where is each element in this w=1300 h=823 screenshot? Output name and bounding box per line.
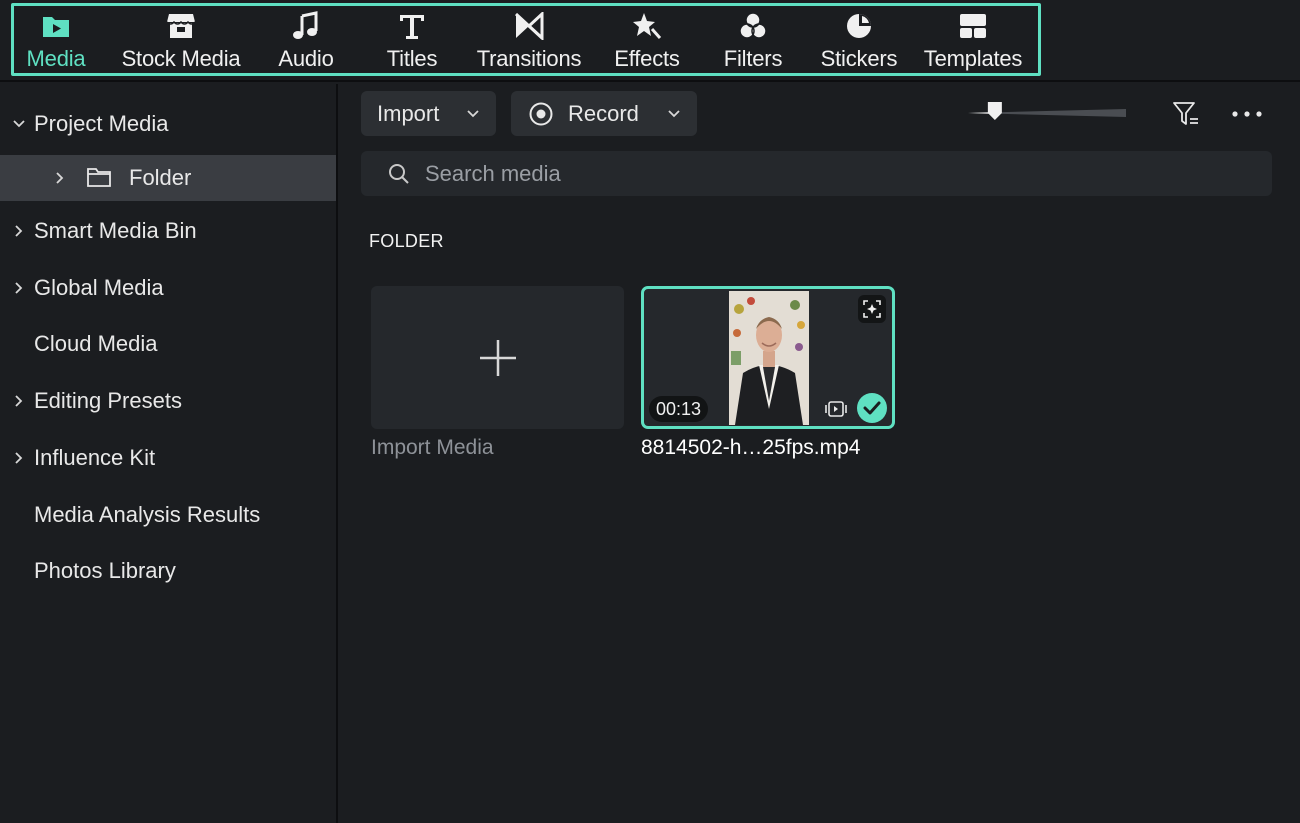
tab-transitions[interactable]: Transitions: [470, 8, 588, 72]
chevron-right-icon[interactable]: [11, 450, 27, 466]
chevron-right-icon[interactable]: [52, 170, 68, 186]
import-media-caption: Import Media: [371, 436, 494, 459]
tab-stock-media[interactable]: Stock Media: [116, 8, 246, 72]
layout-template-icon: [956, 9, 990, 43]
sidebar-item-influence-kit[interactable]: Influence Kit: [0, 435, 336, 481]
tab-label: Templates: [923, 46, 1023, 71]
sidebar-item-project-media[interactable]: Project Media: [0, 101, 336, 147]
video-clip-icon: [823, 397, 849, 421]
more-options-icon[interactable]: [1230, 98, 1264, 130]
sidebar-item-photos-library[interactable]: Photos Library: [0, 548, 336, 594]
chevron-right-icon[interactable]: [11, 223, 27, 239]
chevron-right-icon[interactable]: [11, 393, 27, 409]
text-t-icon: [395, 9, 429, 43]
media-sidebar: Project Media Folder Smart Media Bin Glo…: [0, 84, 338, 823]
sidebar-item-smart-media-bin[interactable]: Smart Media Bin: [0, 208, 336, 254]
tab-label: Effects: [614, 46, 680, 71]
transition-bowtie-icon: [512, 9, 546, 43]
sidebar-item-label: Project Media: [34, 111, 169, 136]
sidebar-item-media-analysis-results[interactable]: Media Analysis Results: [0, 492, 336, 538]
tab-media[interactable]: Media: [22, 8, 90, 72]
overlap-circles-icon: [736, 9, 770, 43]
search-icon: [388, 163, 410, 190]
tab-label: Transitions: [476, 46, 582, 71]
sidebar-item-label: Folder: [129, 165, 192, 190]
video-thumbnail: [729, 291, 809, 425]
tab-effects[interactable]: Effects: [608, 8, 686, 72]
slider-thumb: [987, 102, 1002, 120]
record-dropdown-button[interactable]: Record: [511, 91, 697, 136]
search-bar: [361, 151, 1272, 196]
chevron-right-icon[interactable]: [11, 280, 27, 296]
star-effects-icon: [630, 9, 664, 43]
tab-templates[interactable]: Templates: [918, 8, 1028, 72]
import-media-card[interactable]: [371, 286, 624, 429]
sidebar-item-label: Global Media: [34, 275, 164, 300]
media-clip-card[interactable]: 00:13: [641, 286, 895, 429]
tab-stickers[interactable]: Stickers: [814, 8, 904, 72]
record-icon: [528, 101, 554, 132]
music-note-icon: [289, 9, 323, 43]
media-folder-icon: [39, 9, 73, 43]
sidebar-item-label: Editing Presets: [34, 388, 182, 413]
filter-icon[interactable]: [1170, 98, 1202, 130]
sidebar-item-global-media[interactable]: Global Media: [0, 265, 336, 311]
check-icon[interactable]: [857, 393, 887, 423]
chevron-down-icon: [666, 106, 682, 122]
record-button-label: Record: [568, 100, 639, 126]
clip-filename: 8814502-h…25fps.mp4: [641, 436, 861, 459]
media-library-panel: Import Record FOLDER: [340, 84, 1300, 823]
tab-label: Audio: [278, 46, 334, 71]
chevron-down-icon[interactable]: [11, 116, 27, 132]
store-icon: [164, 9, 198, 43]
section-title: FOLDER: [369, 231, 444, 251]
plus-icon: [478, 338, 518, 383]
sidebar-item-editing-presets[interactable]: Editing Presets: [0, 378, 336, 424]
tab-label: Media: [26, 46, 86, 71]
sidebar-item-label: Smart Media Bin: [34, 218, 197, 243]
duration-badge: 00:13: [649, 396, 709, 422]
tab-label: Stock Media: [121, 46, 241, 71]
sidebar-item-folder[interactable]: Folder: [0, 155, 336, 201]
tab-label: Stickers: [820, 46, 898, 71]
thumbnail-size-slider[interactable]: [968, 102, 1126, 120]
top-toolbar: Media Stock Media Audio Titles Transitio…: [0, 0, 1300, 82]
tab-audio[interactable]: Audio: [272, 8, 340, 72]
chevron-down-icon: [465, 106, 481, 122]
tab-label: Filters: [723, 46, 783, 71]
tab-titles[interactable]: Titles: [378, 8, 446, 72]
sidebar-item-label: Photos Library: [34, 558, 176, 583]
sidebar-item-label: Influence Kit: [34, 445, 156, 470]
folder-icon: [86, 165, 112, 194]
sidebar-item-cloud-media[interactable]: Cloud Media: [0, 321, 336, 367]
pie-sticker-icon: [842, 9, 876, 43]
tab-label: Titles: [386, 46, 438, 71]
sidebar-item-label: Cloud Media: [34, 331, 158, 356]
tab-filters[interactable]: Filters: [718, 8, 788, 72]
ai-focus-icon[interactable]: [858, 295, 886, 323]
search-input[interactable]: [425, 151, 1245, 196]
import-button-label: Import: [377, 100, 440, 126]
sidebar-item-label: Media Analysis Results: [34, 502, 261, 527]
import-dropdown-button[interactable]: Import: [361, 91, 496, 136]
